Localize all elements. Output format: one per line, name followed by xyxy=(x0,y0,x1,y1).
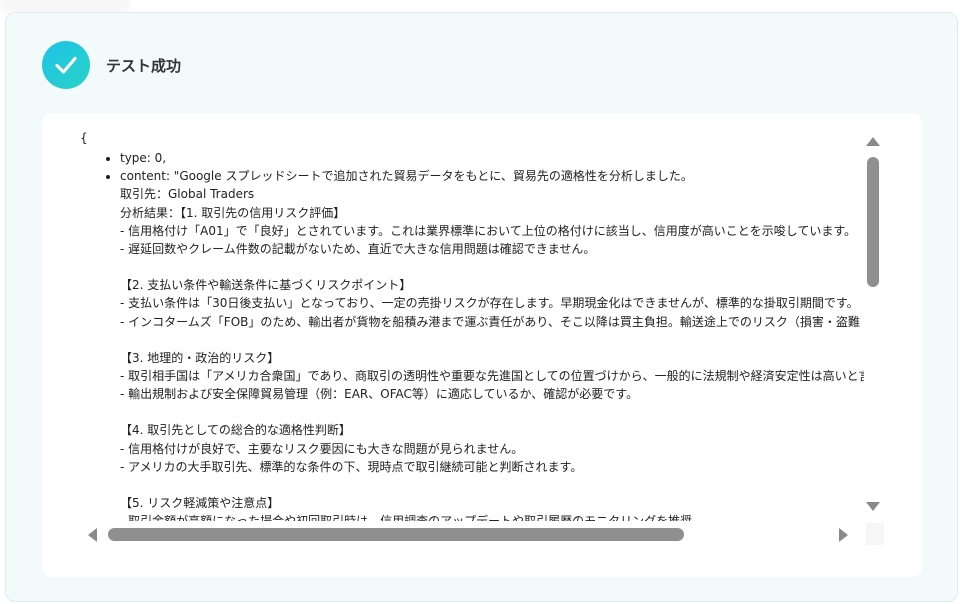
scroll-left-arrow-icon[interactable] xyxy=(88,528,97,542)
content-blank-line xyxy=(120,476,864,494)
content-line: - 輸出規制および安全保障貿易管理（例：EAR、OFAC等）に適応しているか、確… xyxy=(120,387,639,402)
content-line: 【4. 取引先としての総合的な適格性判断】 xyxy=(120,423,351,438)
checkmark-icon xyxy=(55,56,77,74)
vertical-scroll-thumb[interactable] xyxy=(867,157,879,287)
content-line: - 信用格付け「A01」で「良好」とされています。これは業界標準において上位の格… xyxy=(120,223,857,238)
scrollbar-corner xyxy=(866,523,884,545)
content-line: - 取引金額が高額になった場合や初回取引時は、信用調査のアップデートや取引履歴の… xyxy=(120,512,864,521)
scroll-right-arrow-icon[interactable] xyxy=(839,528,848,542)
open-brace: { xyxy=(80,131,88,145)
content-line: 【5. リスク軽減策や注意点】 xyxy=(120,496,280,511)
output-viewport[interactable]: { type: 0, content: "Google スプレッドシートで追加さ… xyxy=(80,129,864,521)
result-title: テスト成功 xyxy=(106,56,182,75)
content-line: 分析結果：【1. 取引先の信用リスク評価】 xyxy=(120,205,346,220)
scroll-up-arrow-icon[interactable] xyxy=(866,137,880,146)
content-line: - 信用格付けが良好で、主要なリスク要因にも大きな問題が見られません。 xyxy=(120,441,524,456)
content-line: 【3. 地理的・政治的リスク】 xyxy=(120,350,280,365)
test-result-panel: テスト成功 { type: 0, content: "Google スプレッドシ… xyxy=(5,12,958,602)
content-blank-line xyxy=(120,331,864,349)
content-line: - 支払い条件は「30日後支払い」となっており、一定の売掛リスクが存在します。早… xyxy=(120,296,859,311)
horizontal-scroll-thumb[interactable] xyxy=(108,528,684,541)
content-first-line: content: "Google スプレッドシートで追加された貿易データをもとに… xyxy=(120,169,693,184)
content-blank-line xyxy=(120,258,864,276)
content-line: 【2. 支払い条件や輸送条件に基づくリスクポイント】 xyxy=(120,278,412,293)
content-line: - アメリカの大手取引先、標準的な条件の下、現時点で取引継続可能と判断されます。 xyxy=(120,459,583,474)
output-list: type: 0, content: "Google スプレッドシートで追加された… xyxy=(80,149,864,521)
list-item-content: content: "Google スプレッドシートで追加された貿易データをもとに… xyxy=(120,167,864,521)
horizontal-scrollbar[interactable] xyxy=(82,523,866,545)
output-card: { type: 0, content: "Google スプレッドシートで追加さ… xyxy=(42,113,922,577)
success-check-icon xyxy=(42,41,90,89)
content-line: - 遅延回数やクレーム件数の記載がないため、直近で大きな信用問題は確認できません… xyxy=(120,242,596,257)
scroll-down-arrow-icon[interactable] xyxy=(866,502,880,511)
result-header: テスト成功 xyxy=(42,41,181,89)
vertical-scrollbar[interactable] xyxy=(864,133,882,517)
content-blank-line xyxy=(120,403,864,421)
list-item-type: type: 0, xyxy=(120,149,864,167)
content-line: 取引先：Global Traders xyxy=(120,187,255,202)
previous-card-edge xyxy=(0,0,130,8)
content-line: - インコタームズ「FOB」のため、輸出者が貨物を船積み港まで運ぶ責任があり、そ… xyxy=(120,314,864,329)
content-line: - 取引相手国は「アメリカ合衆国」であり、商取引の透明性や重要な先進国としての位… xyxy=(120,369,864,384)
